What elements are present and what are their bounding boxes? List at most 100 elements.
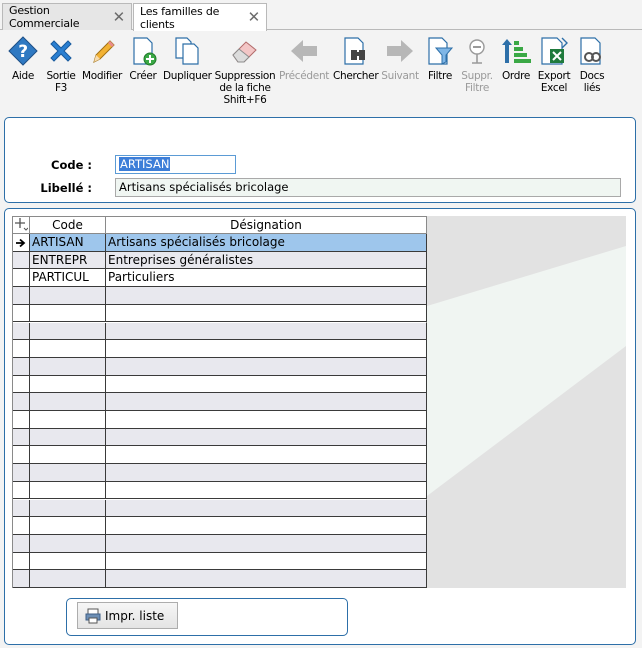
cell-designation[interactable] xyxy=(106,411,427,428)
column-header-code[interactable]: Code xyxy=(30,217,106,234)
search-button[interactable]: Chercher xyxy=(333,35,379,82)
cell-designation[interactable]: Entreprises généralistes xyxy=(106,251,427,269)
cell-code[interactable] xyxy=(30,375,106,393)
sort-button[interactable]: Ordre xyxy=(499,35,533,82)
cell-designation[interactable] xyxy=(106,287,427,304)
table-row[interactable] xyxy=(13,411,427,429)
cell-designation[interactable] xyxy=(106,428,427,446)
cell-code[interactable] xyxy=(30,517,106,534)
cell-designation[interactable] xyxy=(106,393,427,410)
edit-button[interactable]: Modifier xyxy=(81,35,123,82)
svg-text:?: ? xyxy=(18,42,28,62)
cell-code[interactable] xyxy=(30,411,106,428)
print-list-button[interactable]: Impr. liste xyxy=(77,602,178,629)
cell-code[interactable] xyxy=(30,446,106,464)
linked-docs-button[interactable]: Docs liés xyxy=(575,35,609,94)
duplicate-button[interactable]: Dupliquer xyxy=(163,35,212,82)
cell-code[interactable] xyxy=(30,322,106,340)
help-button[interactable]: ? Aide xyxy=(5,35,41,82)
table-row[interactable] xyxy=(13,393,427,411)
cell-designation[interactable] xyxy=(106,446,427,464)
table-row[interactable] xyxy=(13,322,427,341)
code-field[interactable]: ARTISAN xyxy=(115,155,236,174)
cell-designation[interactable] xyxy=(106,552,427,570)
row-indicator xyxy=(13,375,30,393)
tab-familles-clients[interactable]: Les familles de clients ✕ xyxy=(133,3,267,31)
table-row[interactable] xyxy=(13,304,427,323)
cell-designation[interactable]: Particuliers xyxy=(106,269,427,287)
print-list-label: Impr. liste xyxy=(105,608,165,623)
cell-code[interactable] xyxy=(30,570,106,587)
cell-code[interactable] xyxy=(30,393,106,410)
code-label: Code : xyxy=(51,158,92,172)
cell-code[interactable] xyxy=(30,534,106,552)
code-value: ARTISAN xyxy=(119,157,171,171)
cell-code[interactable] xyxy=(30,428,106,446)
row-indicator xyxy=(13,517,30,534)
exit-button[interactable]: Sortie F3 xyxy=(44,35,78,94)
cell-code[interactable] xyxy=(30,552,106,570)
cell-code[interactable]: PARTICUL xyxy=(30,269,106,287)
cell-code[interactable] xyxy=(30,287,106,304)
table-row[interactable]: PARTICUL Particuliers xyxy=(13,269,427,288)
cell-code[interactable] xyxy=(30,464,106,481)
cell-designation[interactable]: Artisans spécialisés bricolage xyxy=(106,234,427,251)
exit-icon xyxy=(50,40,72,62)
table-row[interactable] xyxy=(13,517,427,535)
table-row[interactable]: ENTREPR Entreprises généralistes xyxy=(13,251,427,270)
cell-code[interactable]: ENTREPR xyxy=(30,251,106,269)
cell-designation[interactable] xyxy=(106,570,427,587)
cell-designation[interactable] xyxy=(106,517,427,534)
table-row[interactable] xyxy=(13,464,427,482)
row-indicator xyxy=(13,534,30,552)
row-indicator xyxy=(13,481,30,499)
table-row[interactable] xyxy=(13,481,427,500)
cell-designation[interactable] xyxy=(106,322,427,340)
table-row[interactable] xyxy=(13,340,427,358)
cell-code[interactable] xyxy=(30,499,106,517)
cell-designation[interactable] xyxy=(106,304,427,322)
row-indicator xyxy=(13,251,30,269)
tab-gestion-commerciale[interactable]: Gestion Commerciale ✕ xyxy=(2,3,132,30)
create-button[interactable]: Créer xyxy=(127,35,159,82)
table-row[interactable] xyxy=(13,357,427,376)
cell-designation[interactable] xyxy=(106,464,427,481)
row-indicator xyxy=(13,428,30,446)
close-icon[interactable]: ✕ xyxy=(248,10,261,25)
cell-designation[interactable] xyxy=(106,375,427,393)
table-row[interactable] xyxy=(13,570,427,588)
export-excel-button[interactable]: Export Excel xyxy=(537,35,571,94)
grid-empty-area xyxy=(427,216,626,588)
cell-code[interactable] xyxy=(30,304,106,322)
filter-button[interactable]: Filtre xyxy=(424,35,456,82)
table-row[interactable] xyxy=(13,534,427,553)
tab-label: Gestion Commerciale xyxy=(9,4,80,30)
previous-button[interactable]: Précédent xyxy=(279,35,329,82)
cell-designation[interactable] xyxy=(106,357,427,375)
grid-corner[interactable] xyxy=(13,217,30,234)
remove-filter-button[interactable]: Suppr. Filtre xyxy=(459,35,495,94)
next-button[interactable]: Suivant xyxy=(380,35,420,82)
table-row[interactable]: ARTISAN Artisans spécialisés bricolage xyxy=(13,234,427,252)
cell-code[interactable] xyxy=(30,340,106,357)
table-row[interactable] xyxy=(13,428,427,447)
cell-code[interactable] xyxy=(30,357,106,375)
table-row[interactable] xyxy=(13,375,427,394)
delete-record-button[interactable]: Suppression de la fiche Shift+F6 xyxy=(214,35,276,106)
linked-docs-icon xyxy=(580,37,601,65)
cell-code[interactable] xyxy=(30,481,106,499)
cell-designation[interactable] xyxy=(106,534,427,552)
binoculars-icon xyxy=(344,37,365,65)
table-row[interactable] xyxy=(13,552,427,571)
cell-designation[interactable] xyxy=(106,481,427,499)
table-row[interactable] xyxy=(13,287,427,305)
column-header-designation[interactable]: Désignation xyxy=(106,217,427,234)
close-icon[interactable]: ✕ xyxy=(113,9,126,25)
cell-code[interactable]: ARTISAN xyxy=(30,234,106,251)
row-indicator xyxy=(13,287,30,304)
cell-designation[interactable] xyxy=(106,499,427,517)
table-row[interactable] xyxy=(13,499,427,518)
table-row[interactable] xyxy=(13,446,427,465)
libelle-field[interactable]: Artisans spécialisés bricolage xyxy=(115,178,621,197)
cell-designation[interactable] xyxy=(106,340,427,357)
